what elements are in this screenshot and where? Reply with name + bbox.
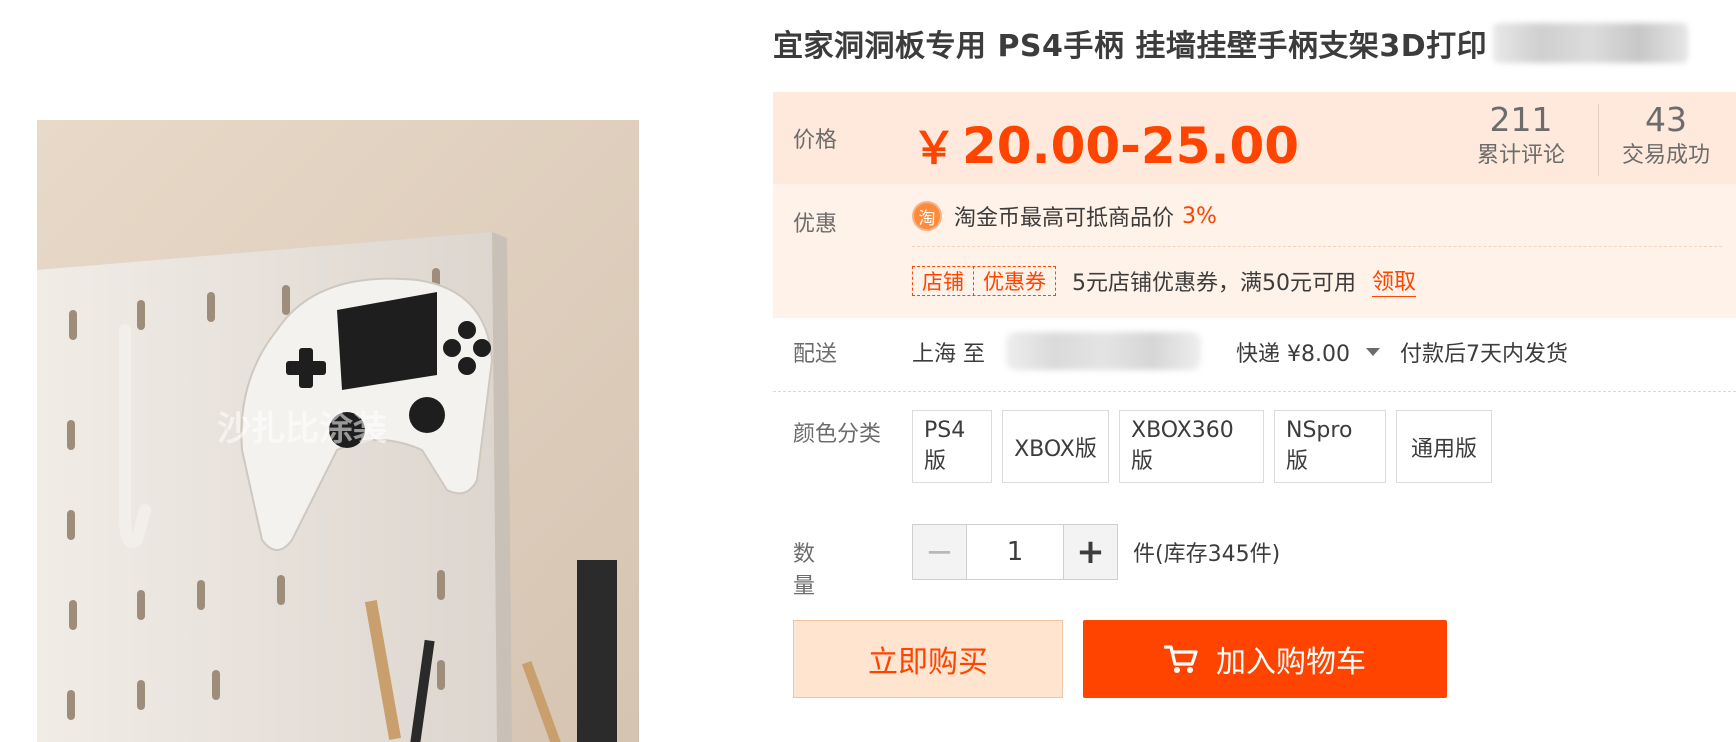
shipping-row: 配送 上海 至 快递 ¥8.00 付款后7天内发货 bbox=[773, 332, 1736, 392]
quantity-label: 数量 bbox=[793, 542, 816, 599]
deal-count-label: 交易成功 bbox=[1621, 143, 1710, 168]
decrement-button[interactable]: − bbox=[913, 525, 967, 579]
shipping-label: 配送 bbox=[793, 342, 838, 367]
variant-label: 颜色分类 bbox=[793, 422, 882, 447]
quantity-stepper: − + bbox=[912, 524, 1118, 580]
buy-now-label: 立即购买 bbox=[868, 645, 988, 680]
promo-label: 优惠 bbox=[793, 212, 838, 237]
destination-selector[interactable] bbox=[1006, 332, 1201, 370]
add-to-cart-button[interactable]: 加入购物车 bbox=[1083, 620, 1447, 698]
taojinbi-text: 淘金币最高可抵商品价 bbox=[954, 206, 1175, 231]
product-photo: 沙扎比涂装 bbox=[37, 120, 639, 742]
product-title: 宜家洞洞板专用 PS4手柄 挂墙挂壁手柄支架3D打印 bbox=[773, 22, 1689, 64]
taojinbi-coin-icon: 淘 bbox=[912, 201, 942, 231]
product-image[interactable]: 沙扎比涂装 bbox=[37, 120, 639, 742]
deal-count: 43 bbox=[1645, 100, 1687, 139]
review-count-label: 累计评论 bbox=[1476, 143, 1565, 168]
stock-info: 件(库存345件) bbox=[1133, 542, 1281, 567]
variant-row: 颜色分类 PS4版 XBOX版 XBOX360版 NSpro版 通用版 bbox=[773, 410, 1736, 490]
add-to-cart-label: 加入购物车 bbox=[1216, 645, 1366, 680]
coupon-tag-shop: 店铺 bbox=[922, 269, 964, 294]
currency-symbol: ￥ bbox=[912, 123, 956, 174]
ship-from: 上海 至 bbox=[912, 342, 985, 367]
variant-option[interactable]: PS4版 bbox=[912, 410, 992, 483]
coupon-tag-coupon: 优惠券 bbox=[973, 265, 1055, 296]
variant-option[interactable]: 通用版 bbox=[1396, 410, 1492, 483]
claim-coupon-link[interactable]: 领取 bbox=[1372, 264, 1417, 297]
cart-icon bbox=[1164, 645, 1198, 673]
shop-coupon-tag: 店铺 优惠券 bbox=[912, 265, 1056, 296]
coupon-description: 5元店铺优惠券，满50元可用 bbox=[1072, 270, 1356, 296]
buy-now-button[interactable]: 立即购买 bbox=[793, 620, 1063, 698]
price-range: 20.00-25.00 bbox=[962, 117, 1300, 175]
variant-options: PS4版 XBOX版 XBOX360版 NSpro版 通用版 bbox=[912, 410, 1492, 483]
review-count: 211 bbox=[1489, 100, 1553, 139]
redacted-title-suffix bbox=[1493, 23, 1689, 63]
chevron-down-icon bbox=[1365, 348, 1380, 356]
shipping-method-dropdown[interactable]: 快递 ¥8.00 bbox=[1236, 336, 1380, 368]
price-promo-panel: 价格 ￥ 20.00-25.00 211 累计评论 43 交易成功 优惠 淘 淘… bbox=[773, 92, 1736, 318]
stat-divider bbox=[1598, 104, 1599, 176]
taojinbi-promo: 淘 淘金币最高可抵商品价 3% bbox=[912, 200, 1217, 232]
promo-divider bbox=[912, 246, 1722, 247]
price-label: 价格 bbox=[793, 128, 838, 153]
variant-option[interactable]: XBOX360版 bbox=[1119, 410, 1264, 483]
delivery-time: 付款后7天内发货 bbox=[1400, 342, 1568, 367]
shipping-method-text: 快递 ¥8.00 bbox=[1236, 342, 1350, 367]
deal-count-stat: 43 交易成功 bbox=[1607, 100, 1725, 172]
product-title-text: 宜家洞洞板专用 PS4手柄 挂墙挂壁手柄支架3D打印 bbox=[773, 29, 1488, 64]
price-band: 价格 ￥ 20.00-25.00 211 累计评论 43 交易成功 bbox=[773, 92, 1736, 184]
price-value: ￥ 20.00-25.00 bbox=[912, 112, 1299, 176]
shop-coupon-promo: 店铺 优惠券 5元店铺优惠券，满50元可用 领取 bbox=[912, 264, 1417, 297]
taojinbi-percent: 3% bbox=[1182, 203, 1217, 229]
variant-option[interactable]: XBOX版 bbox=[1002, 410, 1109, 483]
increment-button[interactable]: + bbox=[1063, 525, 1117, 579]
variant-option[interactable]: NSpro版 bbox=[1274, 410, 1386, 483]
quantity-input[interactable] bbox=[967, 525, 1063, 579]
review-count-stat[interactable]: 211 累计评论 bbox=[1462, 100, 1580, 172]
watermark: 沙扎比涂装 bbox=[217, 409, 387, 449]
